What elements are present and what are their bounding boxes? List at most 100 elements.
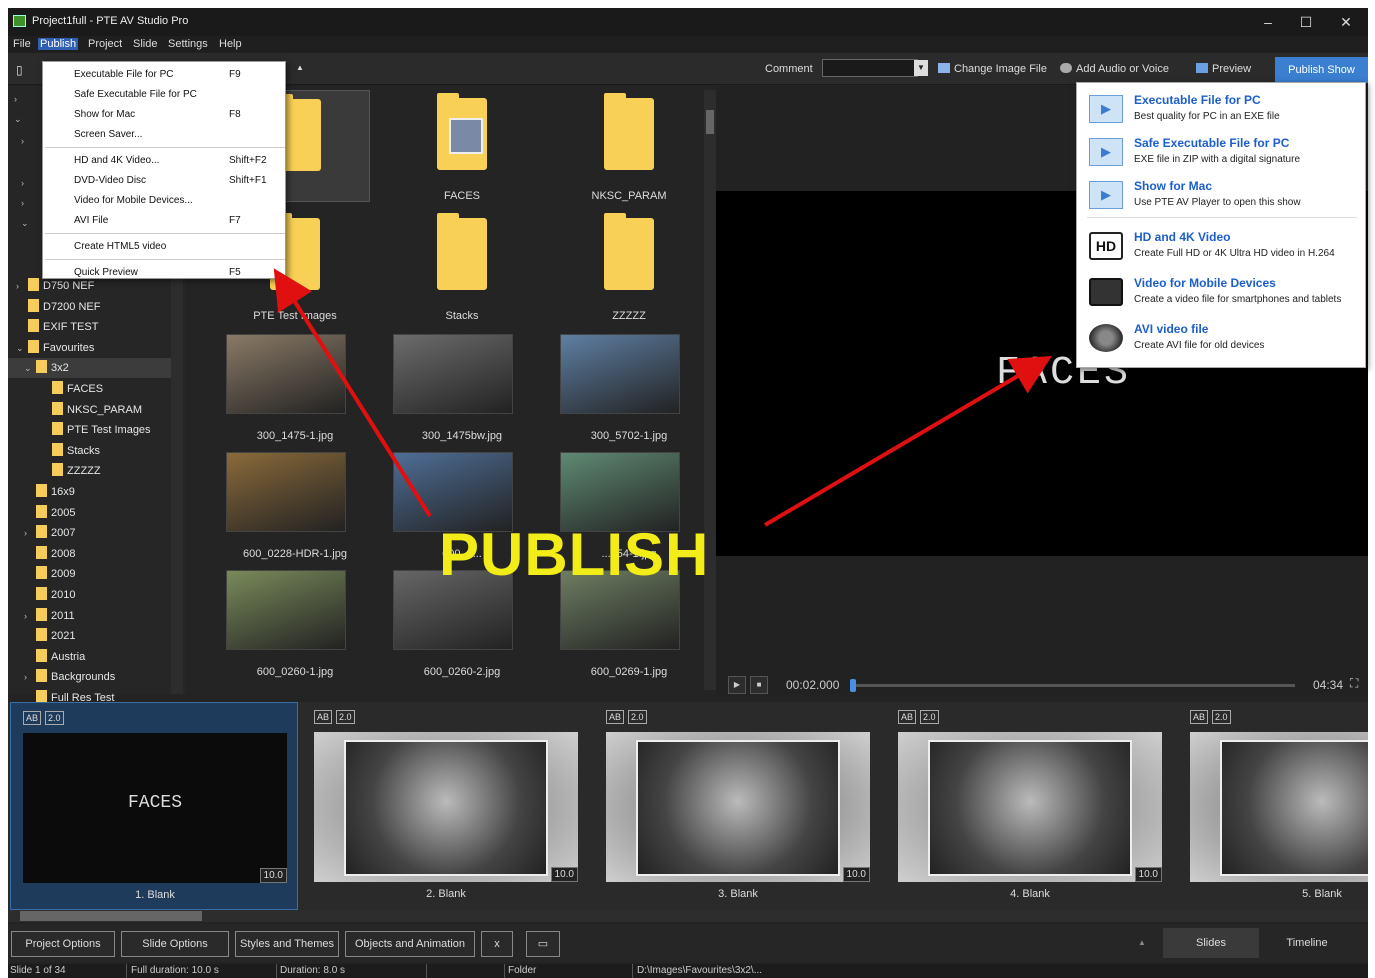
expand-icon[interactable]: › [21,136,24,146]
new-file-icon[interactable]: ▯ [16,63,23,77]
tree-item[interactable]: D7200 NEF [28,297,100,317]
tree-item[interactable]: Austria [36,647,85,667]
tree-item[interactable]: ZZZZZ [52,461,101,481]
collapse-icon[interactable]: ⌄ [14,114,22,125]
chevron-down-icon[interactable]: ▼ [914,60,928,76]
publish-menu-item[interactable]: Video for Mobile Devices... [43,191,287,210]
expand-icon[interactable]: › [14,94,17,104]
fullscreen-icon[interactable]: ⛶ [1350,676,1358,691]
expand-icon[interactable]: › [24,667,27,687]
tree-item[interactable]: ⌄ 3x2 [8,358,171,379]
maximize-button[interactable]: ☐ [1286,12,1326,32]
slide-scrollbar[interactable] [8,910,1368,922]
slide-thumbnail[interactable]: AB 2.0 10.0 3. Blank [594,702,882,910]
collapse-icon[interactable]: ⌄ [21,218,29,229]
publish-option[interactable]: ▶ Executable File for PC Best quality for … [1077,87,1367,131]
expand-icon[interactable]: ⌄ [16,338,24,358]
expand-icon[interactable]: ⌄ [24,358,32,378]
image-tile[interactable]: 300_1475bw.jpg [387,330,537,442]
menu-project[interactable]: Project [86,38,124,50]
stop-icon[interactable]: ■ [750,676,768,694]
publish-option[interactable]: ▶ Safe Executable File for PC EXE file in … [1077,130,1367,174]
slide-options-button[interactable]: Slide Options [121,931,229,957]
play-icon[interactable]: ▶ [728,676,746,694]
image-tile[interactable]: 600_0228-HDR-1.jpg [220,448,370,560]
image-tile[interactable]: 300_5702-1.jpg [554,330,704,442]
up-arrow-icon[interactable]: ▲ [296,63,304,72]
file-name: 600_0260-1.jpg [256,666,334,678]
expand-icon[interactable]: › [16,276,19,296]
publish-option[interactable]: ▶ Show for Mac Use PTE AV Player to open t… [1077,173,1367,218]
change-image-button[interactable]: Change Image File [938,63,1047,75]
file-scroll-thumb[interactable] [706,110,714,134]
tree-item[interactable]: › Backgrounds [24,667,115,687]
seek-handle[interactable] [850,679,856,692]
publish-option[interactable]: HD HD and 4K Video Create Full HD or 4K Ul… [1077,224,1367,268]
publish-menu-item[interactable]: Quick Preview F5 [43,263,287,282]
file-scrollbar[interactable] [704,90,716,690]
publish-show-button[interactable]: Publish Show [1275,57,1368,83]
tree-item[interactable]: Stacks [52,441,100,461]
publish-menu-item[interactable]: Show for Mac F8 [43,105,287,124]
expand-icon[interactable]: › [24,523,27,543]
close-button[interactable]: ✕ [1326,12,1366,32]
publish-option[interactable]: AVI video file Create AVI file for old de… [1077,316,1367,360]
publish-menu-item[interactable]: Executable File for PC F9 [43,65,287,84]
tab-timeline[interactable]: Timeline [1259,928,1355,958]
menu-slide[interactable]: Slide [131,38,159,50]
expand-icon[interactable]: › [21,198,24,208]
tree-item[interactable]: 2021 [36,626,75,646]
folder-tile[interactable]: FACES [387,90,537,202]
folder-tile[interactable]: NKSC_PARAM [554,90,704,202]
slide-scroll-thumb[interactable] [20,911,202,921]
tree-item[interactable]: PTE Test Images [52,420,151,440]
publish-option[interactable]: Video for Mobile Devices Create a video f… [1077,270,1367,314]
objects-animation-button[interactable]: Objects and Animation [345,931,475,957]
publish-menu-item[interactable]: AVI File F7 [43,211,287,230]
publish-menu-item[interactable]: Create HTML5 video [43,237,287,256]
tree-item[interactable]: 2009 [36,564,75,584]
folder-tile[interactable]: Stacks [387,210,537,322]
seek-bar[interactable] [851,684,1295,687]
screen-icon[interactable]: ▭ [526,931,560,957]
x-button[interactable]: x [481,931,513,957]
tree-item[interactable]: 2010 [36,585,75,605]
image-tile[interactable]: 600_0260-1.jpg [220,566,370,678]
tree-item[interactable]: FACES [52,379,103,399]
publish-menu-item[interactable]: Safe Executable File for PC [43,85,287,104]
expand-icon[interactable]: › [21,178,24,188]
minimize-button[interactable]: – [1248,12,1288,32]
menu-help[interactable]: Help [217,38,244,50]
comment-input[interactable] [822,59,918,77]
tree-item[interactable]: › 2007 [24,523,75,543]
menu-publish[interactable]: Publish [38,38,79,50]
project-options-button[interactable]: Project Options [11,931,115,957]
add-audio-button[interactable]: Add Audio or Voice [1060,63,1169,75]
tree-item[interactable]: 2008 [36,544,75,564]
up-arrow-icon[interactable]: ▲ [1138,938,1146,947]
publish-menu-item[interactable]: DVD-Video Disc Shift+F1 [43,171,287,190]
slide-thumbnail[interactable]: AB 2.0 5. Blank [1178,702,1368,910]
preview-button[interactable]: Preview [1196,63,1251,75]
folder-tile[interactable]: ZZZZZ [554,210,704,322]
menu-file[interactable]: File [11,38,33,50]
publish-menu-item[interactable]: Screen Saver... [43,125,287,144]
expand-icon[interactable]: › [24,606,27,626]
status-divider [632,964,633,978]
slide-thumbnail[interactable]: AB 2.0 10.0 4. Blank [886,702,1174,910]
tree-item[interactable]: 16x9 [36,482,75,502]
publish-menu-item[interactable]: HD and 4K Video... Shift+F2 [43,151,287,170]
slide-thumbnail[interactable]: AB 2.0 10.0 2. Blank [302,702,590,910]
tree-item[interactable]: ⌄ Favourites [16,338,94,358]
slide-thumbnail[interactable]: AB 2.0 FACES 10.0 1. Blank [10,702,298,910]
styles-themes-button[interactable]: Styles and Themes [235,931,339,957]
tree-item[interactable]: NKSC_PARAM [52,400,142,420]
menu-separator [45,259,285,260]
tab-slides[interactable]: Slides [1163,928,1259,958]
tree-item[interactable]: EXIF TEST [28,317,98,337]
menu-settings[interactable]: Settings [166,38,210,50]
menu-item-label: Screen Saver... [74,129,143,140]
tree-item[interactable]: 2005 [36,503,75,523]
image-tile[interactable]: 300_1475-1.jpg [220,330,370,442]
tree-item[interactable]: › 2011 [24,606,75,626]
